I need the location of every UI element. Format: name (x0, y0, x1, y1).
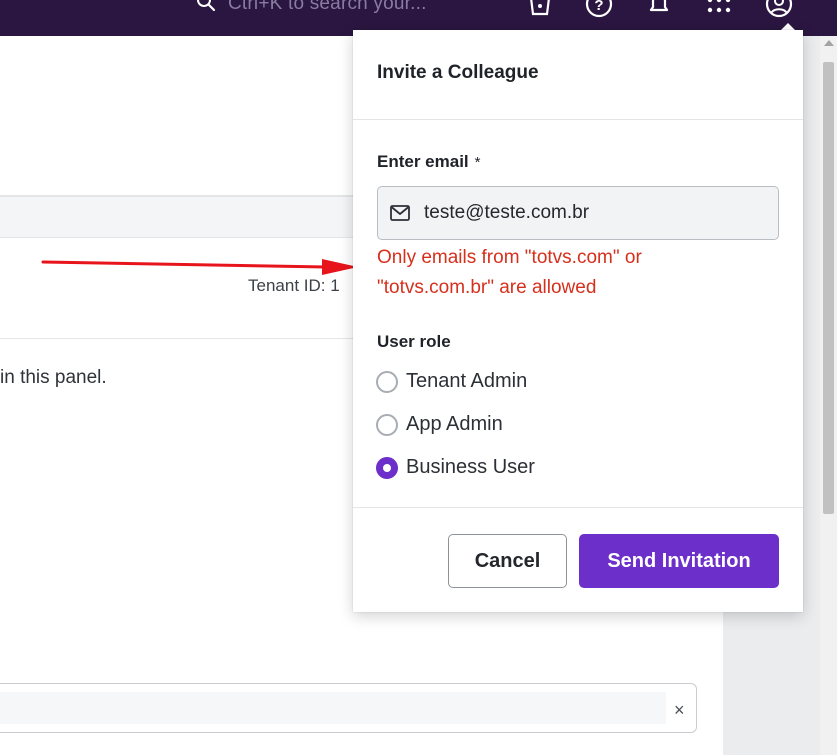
search-placeholder: Ctrl+K to search your... (228, 0, 427, 14)
panel-description-text: in this panel. (0, 367, 107, 388)
user-role-label: User role (377, 332, 451, 351)
mail-icon (390, 205, 410, 226)
radio-app-admin[interactable] (376, 413, 398, 436)
send-invitation-button[interactable]: Send Invitation (579, 534, 779, 588)
email-error-message: Only emails from "totvs.com" or "totvs.c… (377, 247, 642, 298)
bell-icon[interactable] (645, 0, 673, 18)
apps-store-icon[interactable] (526, 0, 554, 18)
svg-text:?: ? (594, 0, 603, 14)
invite-colleague-popover: Invite a Colleague Enter email * Only ema… (353, 30, 803, 612)
tenant-id-label: Tenant ID: 1 (248, 276, 340, 295)
help-icon[interactable]: ? (585, 0, 613, 18)
search-icon (196, 0, 216, 17)
radio-tenant-admin[interactable] (376, 370, 398, 393)
role-option-label: App Admin (406, 413, 503, 435)
bottom-text-input[interactable] (0, 683, 697, 733)
scrollbar-thumb[interactable] (823, 62, 834, 514)
clear-input-icon[interactable]: × (674, 700, 685, 721)
annotation-arrow-icon (41, 259, 358, 275)
grid-icon[interactable] (705, 0, 733, 18)
required-asterisk: * (474, 154, 481, 171)
email-field[interactable] (377, 186, 779, 240)
popover-divider-bottom (353, 507, 803, 508)
scroll-up-arrow-icon[interactable] (824, 40, 834, 46)
role-option-business-user[interactable]: Business User (376, 456, 535, 479)
role-option-label: Business User (406, 456, 535, 478)
role-option-label: Tenant Admin (406, 370, 528, 392)
popover-divider-top (353, 119, 803, 120)
bottom-input-fill (0, 692, 666, 724)
radio-business-user[interactable] (376, 456, 398, 479)
user-icon[interactable] (765, 0, 793, 18)
role-option-app-admin[interactable]: App Admin (376, 413, 503, 436)
cancel-button[interactable]: Cancel (448, 534, 567, 588)
email-field-label: Enter email * (377, 152, 481, 172)
email-label-text: Enter email (377, 152, 469, 171)
role-option-tenant-admin[interactable]: Tenant Admin (376, 370, 527, 393)
email-input[interactable] (424, 197, 764, 229)
global-search[interactable]: Ctrl+K to search your... (196, 0, 427, 14)
popover-title: Invite a Colleague (377, 62, 539, 83)
